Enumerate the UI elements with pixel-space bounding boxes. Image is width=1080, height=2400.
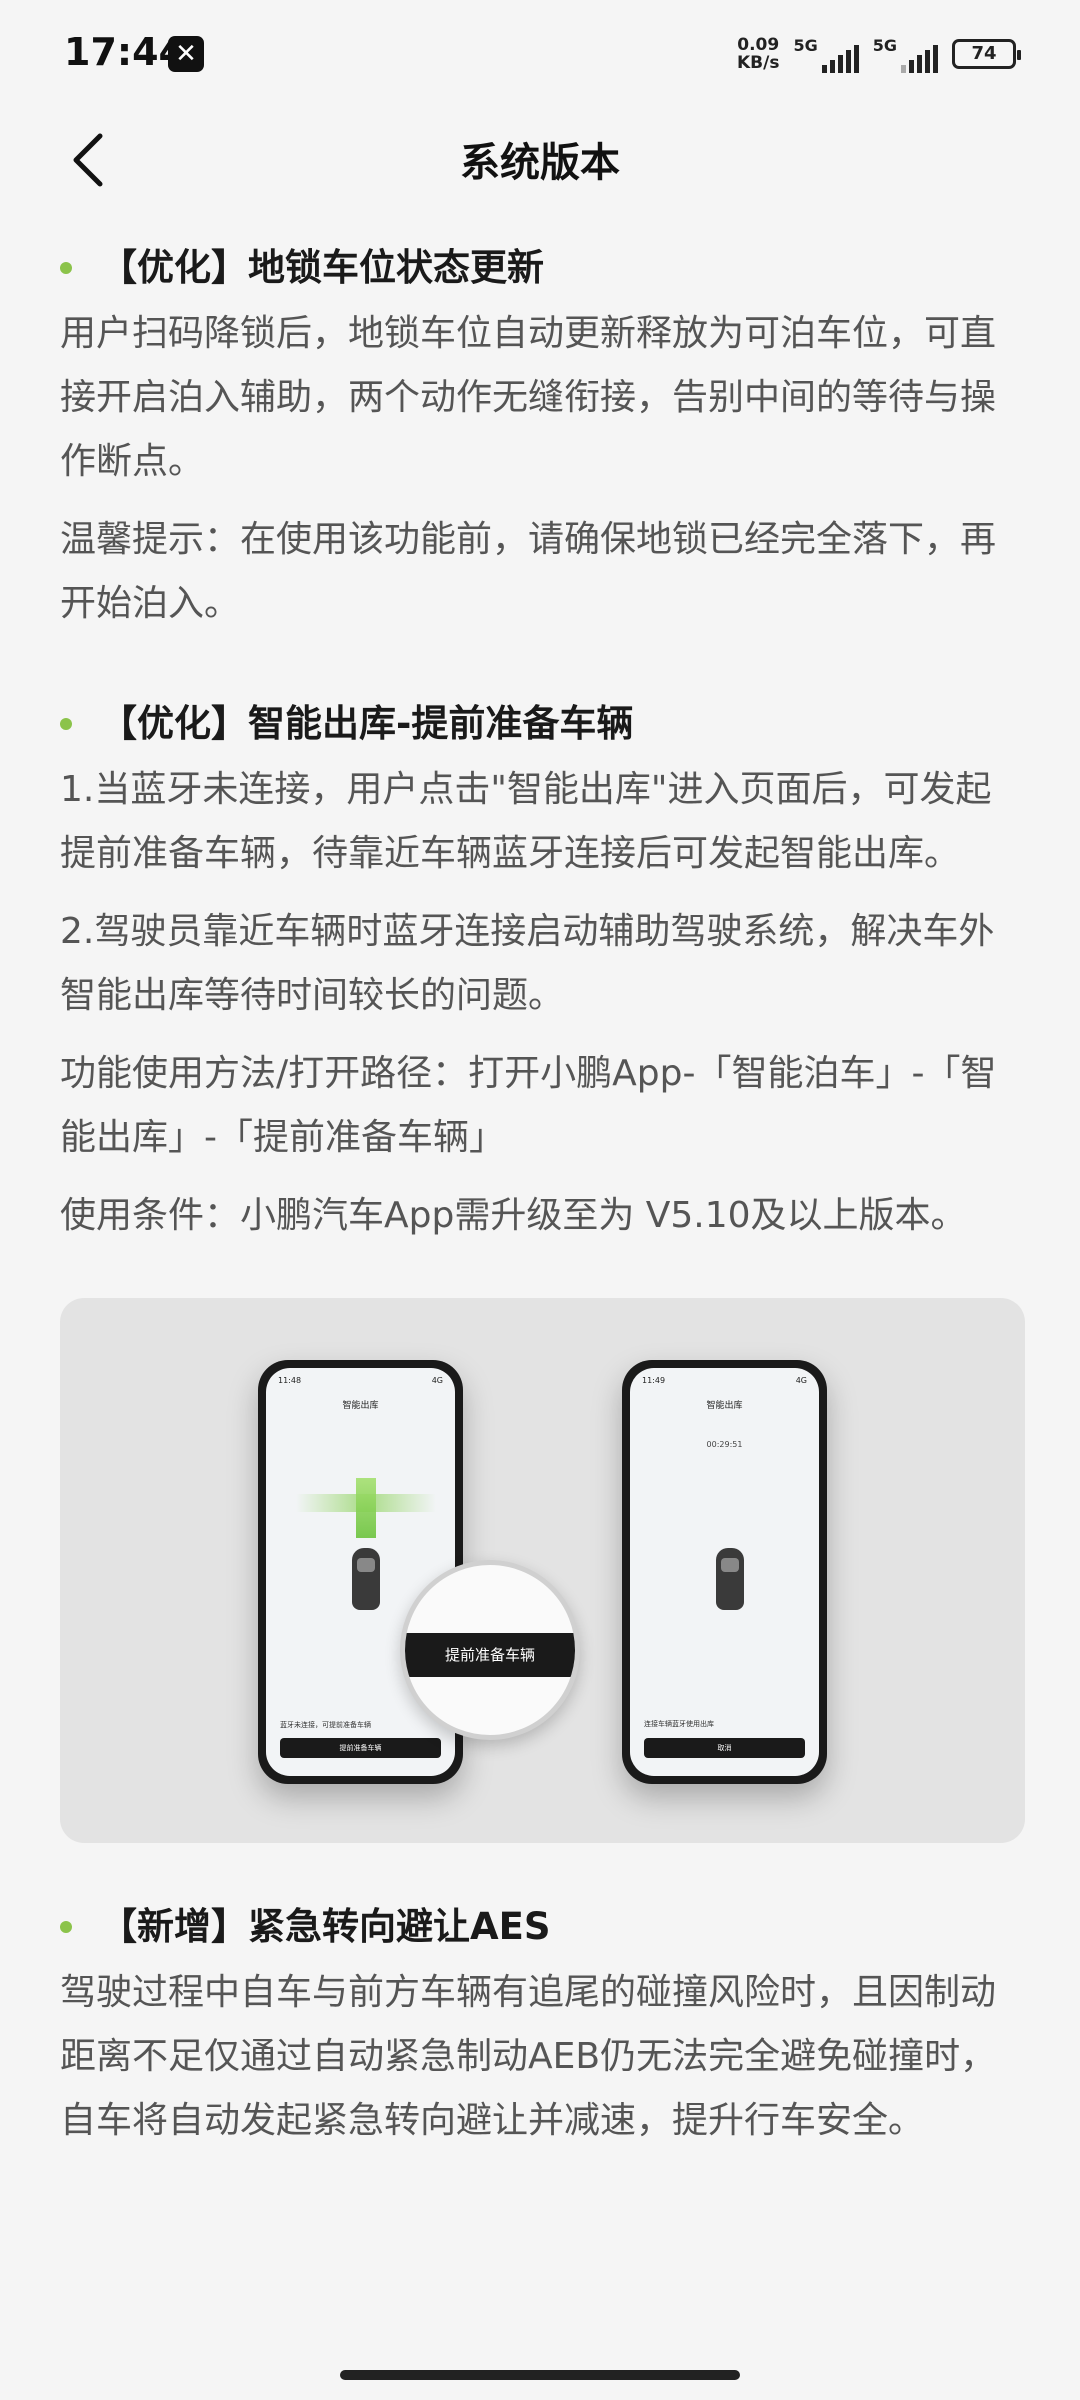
section-ground-lock: 【优化】地锁车位状态更新 用户扫码降锁后，地锁车位自动更新释放为可泊车位，可直接…: [60, 240, 1025, 636]
car-icon: [716, 1548, 744, 1610]
paragraph: 用户扫码降锁后，地锁车位自动更新释放为可泊车位，可直接开启泊入辅助，两个动作无缝…: [60, 313, 997, 482]
bullet-dot: [60, 718, 72, 730]
paragraph: 1.当蓝牙未连接，用户点击"智能出库"进入页面后，可发起提前准备车辆，待靠近车辆…: [60, 769, 992, 874]
paragraph: 温馨提示：在使用该功能前，请确保地锁已经完全落下，再开始泊入。: [60, 519, 997, 624]
paragraph: 功能使用方法/打开路径：打开小鹏App-「智能泊车」-「智能出库」-「提前准备车…: [60, 1053, 997, 1158]
page-header: 系统版本: [0, 110, 1080, 210]
paragraph: 驾驶过程中自车与前方车辆有追尾的碰撞风险时，且因制动距离不足仅通过自动紧急制动A…: [60, 1972, 997, 2141]
status-indicators: 0.09 KB/s 5G 5G 74: [737, 34, 1021, 74]
phone-mockup-right: 11:49 4G 智能出库 00:29:51 连接车辆蓝牙使用出库 取消: [622, 1360, 827, 1784]
section-title: 【优化】地锁车位状态更新: [60, 240, 1025, 296]
signal-bars-icon: [901, 44, 938, 73]
paragraph: 2.驾驶员靠近车辆时蓝牙连接启动辅助驾驶系统，解决车外智能出库等待时间较长的问题…: [60, 911, 995, 1016]
bullet-dot: [60, 1921, 72, 1933]
paragraph: 使用条件：小鹏汽车App需升级至为 V5.10及以上版本。: [60, 1195, 967, 1236]
battery-icon: 74: [952, 39, 1021, 69]
release-notes: 【优化】地锁车位状态更新 用户扫码降锁后，地锁车位自动更新释放为可泊车位，可直接…: [60, 240, 1025, 2167]
bullet-dot: [60, 262, 72, 274]
close-x-icon: ✕: [168, 36, 204, 72]
status-time: 17:44: [64, 30, 185, 74]
section-smart-exit: 【优化】智能出库-提前准备车辆 1.当蓝牙未连接，用户点击"智能出库"进入页面后…: [60, 696, 1025, 1248]
signal-bars-icon: [821, 44, 859, 73]
phone-mockup-left: 11:48 4G 智能出库 蓝牙未连接，可提前准备车辆 提前准备车辆: [258, 1360, 463, 1784]
section-title: 【新增】紧急转向避让AES: [60, 1899, 1025, 1955]
signal-1: 5G: [793, 36, 859, 73]
car-icon: [352, 1548, 380, 1610]
gesture-bar[interactable]: [340, 2370, 740, 2380]
magnifier-callout: 提前准备车辆: [400, 1560, 580, 1740]
status-bar: 17:44 ✕ 0.09 KB/s 5G 5G 74: [0, 0, 1080, 110]
section-title: 【优化】智能出库-提前准备车辆: [60, 696, 1025, 752]
signal-2: 5G: [873, 36, 938, 73]
feature-illustration: 11:48 4G 智能出库 蓝牙未连接，可提前准备车辆 提前准备车辆 11:49 4…: [60, 1298, 1025, 1843]
network-speed: 0.09 KB/s: [737, 35, 780, 73]
section-aes: 【新增】紧急转向避让AES 驾驶过程中自车与前方车辆有追尾的碰撞风险时，且因制动…: [60, 1899, 1025, 2153]
page-title: 系统版本: [460, 140, 620, 186]
